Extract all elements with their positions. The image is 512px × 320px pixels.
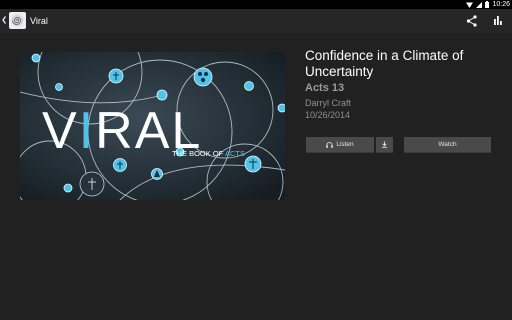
listen-label: Listen	[336, 141, 354, 148]
artwork-subtitle-accent: ACTS	[225, 149, 245, 158]
status-bar: 10:26	[0, 0, 512, 9]
wifi-icon	[466, 2, 474, 8]
app-title: Viral	[30, 16, 48, 26]
sermon-artwork: VIRAL THE BOOK OF ACTS	[20, 52, 285, 200]
artwork-title-i: I	[79, 102, 95, 160]
listen-button[interactable]: Listen	[306, 137, 374, 153]
headphones-icon	[326, 141, 334, 148]
stats-icon[interactable]	[493, 15, 503, 26]
artwork-title-v: V	[42, 102, 79, 160]
watch-label: Watch	[438, 141, 457, 148]
battery-icon	[485, 1, 490, 8]
status-icons: 10:26	[466, 0, 510, 9]
app-logo[interactable]	[9, 12, 26, 29]
artwork-subtitle: THE BOOK OF	[172, 149, 224, 158]
sermon-title: Confidence in a Climate of Uncertainty	[305, 48, 464, 79]
signal-icon	[476, 1, 483, 8]
download-button[interactable]	[376, 137, 393, 153]
share-icon[interactable]	[466, 14, 478, 28]
spiral-logo-icon	[11, 14, 24, 27]
action-bar: Viral	[0, 9, 512, 33]
back-chevron-icon[interactable]	[1, 14, 7, 26]
status-time: 10:26	[492, 1, 510, 8]
download-icon	[382, 141, 387, 148]
sermon-scripture: Acts 13	[305, 82, 345, 94]
watch-button[interactable]: Watch	[404, 137, 491, 153]
svg-text:THE BOOK OF ACTS: THE BOOK OF ACTS	[172, 149, 245, 158]
sermon-date: 10/26/2014	[305, 110, 351, 120]
sermon-speaker: Darryl Craft	[305, 98, 352, 108]
